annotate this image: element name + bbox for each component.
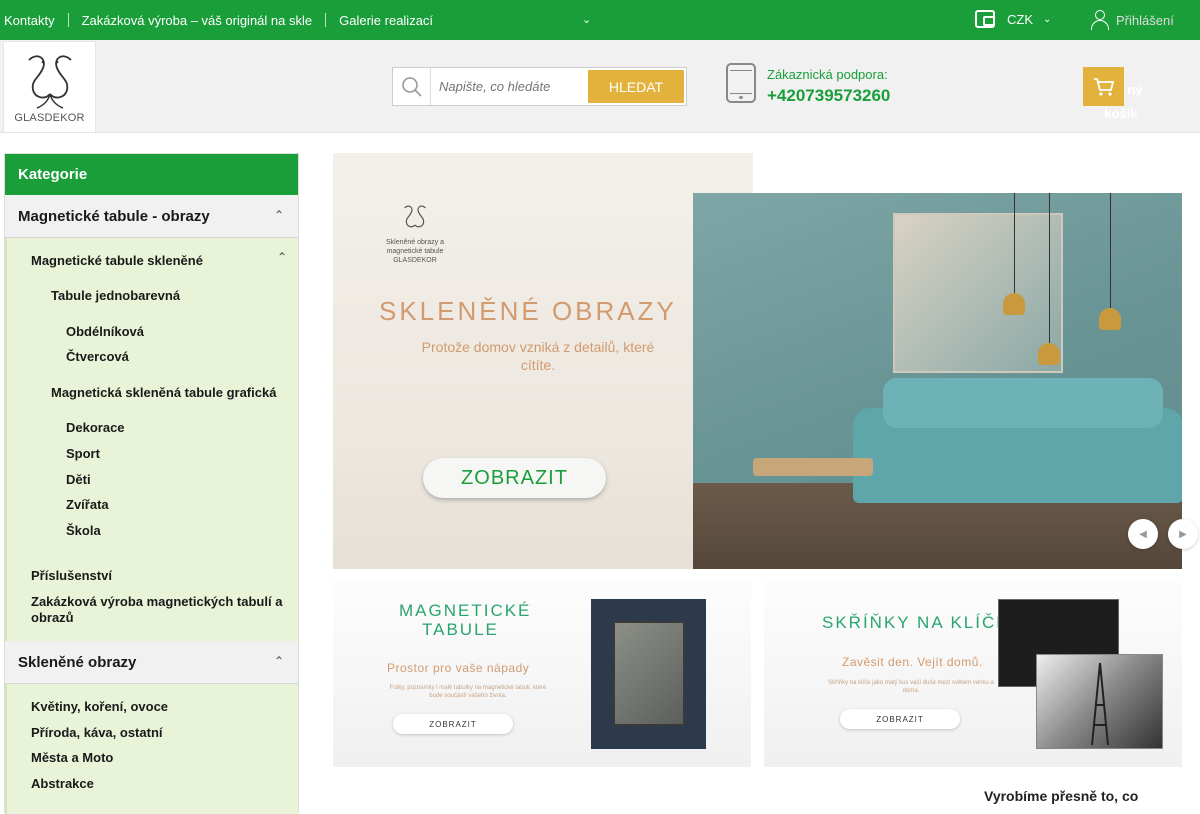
hero-title: SKLENĚNÉ OBRAZY — [379, 296, 677, 326]
top-nav: Kontakty Zakázková výroba – váš originál… — [0, 0, 436, 40]
chevron-down-icon[interactable]: ⌄ — [582, 13, 591, 26]
sidebar-section-label: Skleněné obrazy — [18, 653, 137, 671]
banner-show-button[interactable]: ZOBRAZIT — [840, 709, 960, 729]
swan-logo-icon — [27, 55, 72, 109]
sidebar-item-skola[interactable]: Škola — [66, 523, 101, 539]
lamp-cord — [1049, 193, 1050, 343]
cart-label-line1: ný — [1127, 82, 1143, 97]
user-icon — [1090, 10, 1110, 30]
currency-label: CZK — [1007, 11, 1033, 27]
logo[interactable]: GLASDEKOR — [3, 41, 96, 133]
hero-logo: Skleněné obrazy a magnetické tabule GLAS… — [380, 203, 450, 265]
search-icon — [393, 68, 431, 105]
support-phone[interactable]: +420739573260 — [767, 86, 890, 106]
sidebar-section-label: Magnetické tabule - obrazy — [18, 207, 210, 225]
sidebar-submenu: Magnetické tabule skleněné ⌃ Tabule jedn… — [5, 238, 298, 641]
sidebar-item-abstrakce[interactable]: Abstrakce — [31, 776, 94, 792]
sidebar-item-sport[interactable]: Sport — [66, 446, 100, 462]
sidebar-title: Kategorie — [5, 154, 298, 195]
login-link[interactable]: Přihlášení — [1090, 10, 1174, 30]
chevron-down-icon: ⌄ — [1043, 13, 1052, 25]
chevron-up-icon[interactable]: ⌃ — [274, 654, 284, 668]
cart-label[interactable]: ný košík — [1091, 78, 1151, 126]
slider-next-button[interactable]: ▶ — [1168, 519, 1198, 549]
sidebar-item-zakazkova-vyroba[interactable]: Zakázková výroba magnetických tabulí a o… — [31, 594, 296, 626]
lamp-icon — [1099, 308, 1121, 330]
banner-photo-board — [591, 599, 706, 749]
banner-photo-frame — [613, 621, 685, 726]
search-bar: HLEDAT — [392, 67, 687, 106]
hero-logo-text: Skleněné obrazy a magnetické tabule GLAS… — [386, 239, 444, 264]
banner-magneticke-tabule[interactable]: MAGNETICKÉ TABULE Prostor pro vaše nápad… — [333, 579, 751, 767]
nav-link-zakazkova-vyroba[interactable]: Zakázková výroba – váš originál na skle — [79, 13, 316, 28]
sidebar-item-dekorace[interactable]: Dekorace — [66, 420, 125, 436]
sidebar-section-magneticke-tabule[interactable]: Magnetické tabule - obrazy ⌃ — [5, 195, 298, 238]
sidebar-item-prislusenstvi[interactable]: Příslušenství — [31, 568, 112, 584]
nav-separator — [325, 13, 327, 27]
sidebar-item-zvirata[interactable]: Zvířata — [66, 497, 109, 513]
wallet-icon — [975, 10, 995, 28]
hero-banner[interactable]: Skleněné obrazy a magnetické tabule GLAS… — [333, 153, 1182, 569]
sidebar-item-priroda[interactable]: Příroda, káva, ostatní — [31, 725, 163, 741]
nav-separator — [67, 13, 69, 27]
search-input[interactable] — [431, 71, 581, 102]
sidebar-item-mesta-moto[interactable]: Města a Moto — [31, 750, 113, 766]
hero-photo-sofa — [853, 378, 1182, 503]
phone-icon — [726, 63, 756, 103]
sidebar-item-ctvercova[interactable]: Čtvercová — [66, 349, 129, 365]
sidebar-item-graficka[interactable]: Magnetická skleněná tabule grafická — [51, 385, 276, 401]
nav-link-kontakty[interactable]: Kontakty — [1, 13, 58, 28]
top-bar: Kontakty Zakázková výroba – váš originál… — [0, 0, 1200, 40]
currency-selector[interactable]: CZK ⌄ — [975, 10, 1051, 28]
chevron-up-icon[interactable]: ⌃ — [274, 208, 284, 222]
lamp-cord — [1014, 193, 1015, 293]
lamp-icon — [1038, 343, 1060, 365]
header: GLASDEKOR HLEDAT Zákaznická podpora: +42… — [0, 40, 1200, 133]
intro-heading: Vyrobíme přesně to, co — [984, 788, 1139, 804]
category-sidebar: Kategorie Magnetické tabule - obrazy ⌃ M… — [4, 153, 299, 814]
sidebar-item-deti[interactable]: Děti — [66, 472, 91, 488]
sidebar-item-obdelnikova[interactable]: Obdélníková — [66, 324, 144, 340]
hero-subtitle: Protože domov vzniká z detailů, které cí… — [421, 339, 655, 373]
banner-photo-eiffel — [1036, 654, 1163, 749]
hero-photo-painting — [893, 213, 1063, 373]
banner-title-line1: MAGNETICKÉ — [399, 601, 532, 620]
sidebar-item-tabule-jednobarevna[interactable]: Tabule jednobarevná — [51, 288, 180, 304]
banner-subtitle: Zavěsit den. Vejít domů. — [842, 655, 983, 669]
banner-skrinky-na-klice[interactable]: SKŘÍŇKY NA KLÍČE Zavěsit den. Vejít domů… — [764, 579, 1182, 767]
search-button[interactable]: HLEDAT — [588, 70, 684, 103]
hero-photo-table — [753, 458, 873, 476]
banner-title: SKŘÍŇKY NA KLÍČE — [822, 613, 1010, 632]
sidebar-item-kvetiny[interactable]: Květiny, koření, ovoce — [31, 699, 168, 715]
sidebar-section-sklenene-obrazy[interactable]: Skleněné obrazy ⌃ — [5, 641, 298, 684]
nav-link-galerie[interactable]: Galerie realizací — [336, 13, 436, 28]
banner-show-button[interactable]: ZOBRAZIT — [393, 714, 513, 734]
slider-prev-button[interactable]: ◀ — [1128, 519, 1158, 549]
banner-subtitle: Prostor pro vaše nápady — [387, 661, 530, 675]
banner-title-line2: TABULE — [422, 620, 499, 639]
banner-small-text: Skříňky na klíče jako malý kus vaší duše… — [828, 680, 994, 694]
sidebar-item-magneticke-tabule-sklenene[interactable]: Magnetické tabule skleněné — [31, 253, 203, 269]
banner-small-text: Fotky, poznámky i malé tabulky na magnet… — [389, 685, 547, 699]
eiffel-tower-icon — [1091, 662, 1109, 746]
lamp-cord — [1110, 193, 1111, 308]
logo-text: GLASDEKOR — [14, 112, 85, 124]
lamp-icon — [1003, 293, 1025, 315]
swan-logo-icon — [404, 205, 426, 228]
cart-label-line2: košík — [1104, 106, 1138, 121]
hero-show-button[interactable]: ZOBRAZIT — [423, 458, 606, 498]
login-label: Přihlášení — [1116, 12, 1174, 28]
sidebar-submenu: Květiny, koření, ovoce Příroda, káva, os… — [5, 684, 298, 814]
support-label: Zákaznická podpora: — [767, 67, 888, 82]
